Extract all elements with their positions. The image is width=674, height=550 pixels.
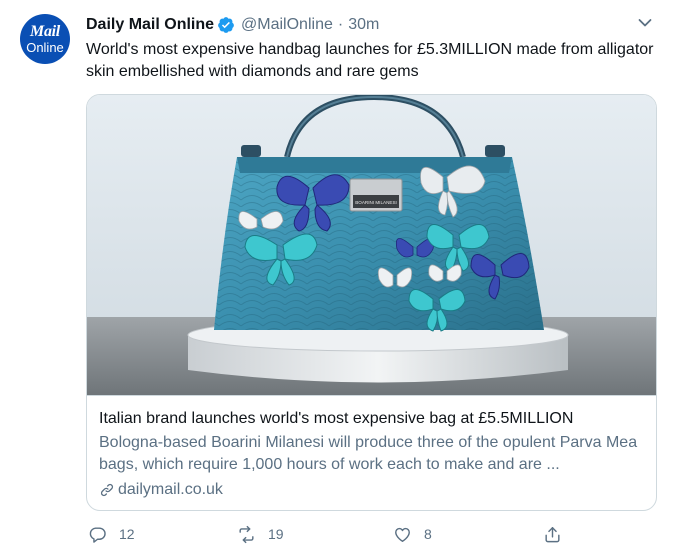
like-count: 8 — [424, 526, 432, 542]
reply-count: 12 — [119, 526, 135, 542]
action-bar: 12 19 8 — [86, 522, 566, 546]
tweet-text: World's most expensive handbag launches … — [86, 41, 654, 80]
reply-icon — [89, 526, 106, 543]
verified-badge-icon — [218, 17, 234, 33]
tweet-header: Daily Mail Online @MailOnline · 30m — [86, 14, 379, 36]
retweet-button[interactable]: 19 — [237, 522, 284, 546]
share-icon — [545, 526, 560, 542]
author-name[interactable]: Daily Mail Online — [86, 16, 214, 34]
like-icon — [395, 527, 410, 542]
author-handle[interactable]: @MailOnline — [241, 16, 333, 34]
link-icon — [100, 483, 114, 497]
avatar[interactable]: Mail Online — [20, 14, 70, 64]
reply-button[interactable]: 12 — [88, 522, 135, 546]
header-separator: · — [337, 16, 344, 33]
card-body[interactable]: Italian brand launches world's most expe… — [87, 395, 656, 510]
card-domain[interactable]: dailymail.co.uk — [99, 479, 646, 501]
avatar-logo-line2: Online — [26, 40, 64, 55]
retweet-count: 19 — [268, 526, 284, 542]
retweet-icon — [239, 525, 254, 543]
share-button[interactable] — [543, 522, 562, 546]
avatar-logo-line1: Mail — [30, 23, 60, 40]
link-card[interactable]: BOARINI MILANESI Italian brand launches … — [86, 94, 657, 511]
card-title: Italian brand launches world's most expe… — [99, 410, 574, 427]
like-button[interactable]: 8 — [393, 522, 432, 546]
card-description: Bologna-based Boarini Milanesi will prod… — [99, 434, 638, 473]
tweet-timestamp[interactable]: 30m — [348, 16, 379, 34]
plaque-brand-text: BOARINI MILANESI — [355, 200, 397, 205]
card-image-handbag[interactable]: BOARINI MILANESI — [87, 95, 657, 395]
card-domain-text: dailymail.co.uk — [118, 481, 223, 498]
tweet[interactable]: Mail Online Daily Mail Online @MailOnlin… — [0, 0, 674, 550]
chevron-down-icon[interactable] — [638, 18, 652, 28]
